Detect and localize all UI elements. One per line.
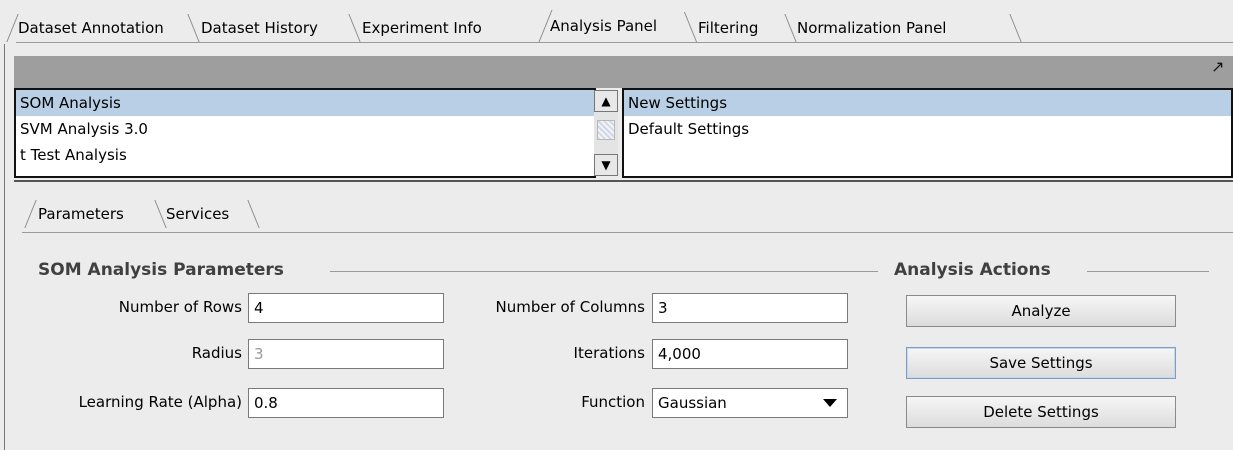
tab-normalization-panel[interactable]: Normalization Panel [797, 14, 946, 42]
tab-label: Normalization Panel [797, 19, 947, 37]
maximize-icon[interactable]: ↗ [1211, 58, 1229, 76]
settings-list[interactable]: New Settings Default Settings [622, 88, 1233, 178]
function-label: Function [581, 393, 645, 411]
list-item-label: SVM Analysis 3.0 [20, 120, 148, 138]
tab-parameters[interactable]: Parameters [38, 200, 124, 228]
tab-baseline [16, 42, 1233, 43]
tab-filtering[interactable]: Filtering [698, 14, 758, 42]
columns-label: Number of Columns [495, 298, 645, 316]
tab-analysis-panel[interactable]: Analysis Panel [550, 12, 658, 40]
function-dropdown[interactable]: Gaussian [652, 388, 848, 418]
tab-label: Analysis Panel [550, 17, 658, 35]
chevron-down-icon [823, 399, 837, 407]
tab-label: Dataset Annotation [18, 19, 164, 37]
save-settings-button[interactable]: Save Settings [906, 347, 1176, 379]
rows-field[interactable]: 4 [248, 293, 444, 323]
list-item[interactable]: SVM Analysis 3.0 [16, 116, 594, 142]
tab-label: Filtering [698, 19, 759, 37]
list-item-label: New Settings [628, 94, 728, 112]
list-item[interactable]: t Test Analysis [16, 142, 594, 168]
analyze-button[interactable]: Analyze [906, 295, 1176, 327]
list-item-label: Default Settings [628, 120, 750, 138]
list-item[interactable]: Default Settings [624, 116, 1231, 142]
rows-label: Number of Rows [118, 298, 242, 316]
list-item-label: t Test Analysis [20, 146, 127, 164]
arrow-up-icon[interactable]: ▲ [594, 90, 618, 112]
iterations-field[interactable]: 4,000 [652, 339, 848, 369]
list-item-label: SOM Analysis [20, 94, 121, 112]
left-border [4, 44, 5, 450]
tab-separator [187, 14, 200, 42]
tab-dataset-annotation[interactable]: Dataset Annotation [18, 14, 164, 42]
tab-experiment-info[interactable]: Experiment Info [362, 14, 482, 42]
analysis-list[interactable]: SOM Analysis SVM Analysis 3.0 t Test Ana… [14, 88, 596, 178]
group-title-actions: Analysis Actions [894, 260, 1051, 280]
group-divider [330, 271, 878, 272]
alpha-field[interactable]: 0.8 [248, 388, 444, 418]
tab-separator [348, 14, 361, 42]
tab-label: Experiment Info [362, 19, 482, 37]
tab-label: Parameters [38, 205, 124, 223]
arrow-down-icon[interactable]: ▼ [594, 154, 618, 176]
panel-header-bar: ↗ [14, 56, 1233, 88]
group-divider [1087, 271, 1209, 272]
tab-dataset-history[interactable]: Dataset History [201, 14, 318, 42]
tab-separator [6, 14, 19, 42]
tab-separator [784, 14, 797, 42]
columns-field[interactable]: 3 [652, 293, 848, 323]
left-edge [0, 44, 14, 450]
alpha-label: Learning Rate (Alpha) [78, 393, 242, 411]
group-title-parameters: SOM Analysis Parameters [38, 260, 284, 280]
analysis-list-scrollbar[interactable]: ▲ ▼ [594, 90, 618, 176]
tab-separator [1009, 14, 1022, 42]
list-item[interactable]: New Settings [624, 90, 1231, 116]
tab-separator [683, 12, 698, 42]
function-selected-value: Gaussian [658, 394, 727, 412]
inner-tab-baseline [22, 232, 1233, 233]
tab-services[interactable]: Services [166, 200, 229, 228]
list-item[interactable]: SOM Analysis [16, 90, 594, 116]
delete-settings-button[interactable]: Delete Settings [906, 396, 1176, 428]
top-tab-strip: Dataset Annotation Dataset History Exper… [0, 0, 1233, 44]
tab-label: Services [166, 205, 230, 223]
radius-label: Radius [191, 344, 242, 362]
radius-field: 3 [248, 339, 444, 369]
scrollbar-thumb[interactable] [597, 120, 615, 140]
tab-label: Dataset History [201, 19, 318, 37]
iterations-label: Iterations [573, 344, 645, 362]
